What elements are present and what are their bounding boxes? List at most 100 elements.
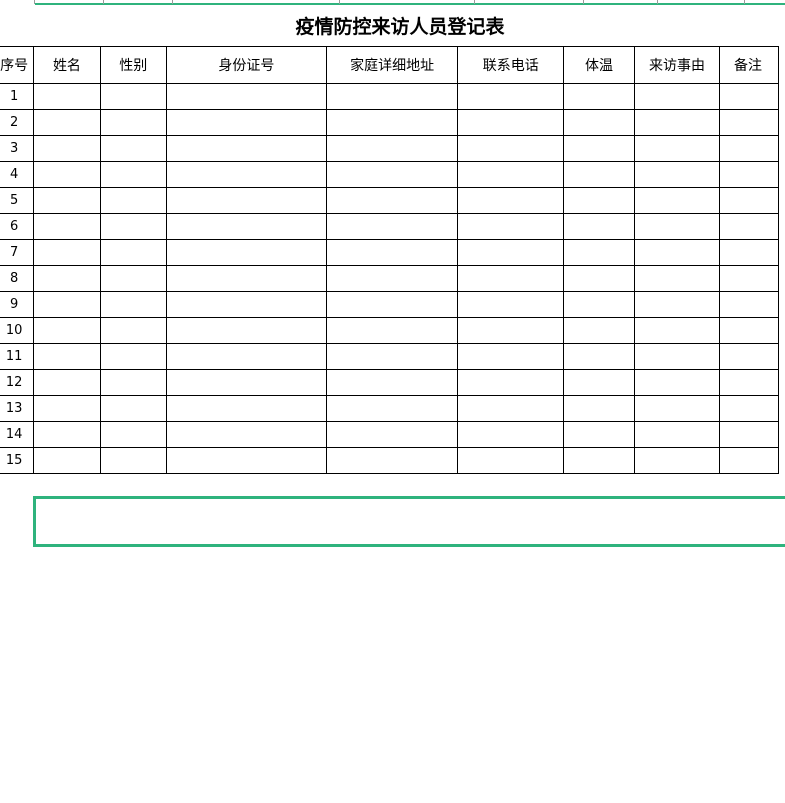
cell-temperature[interactable] [562, 265, 636, 292]
cell-id-number[interactable] [165, 291, 327, 318]
cell-visit-reason[interactable] [634, 369, 721, 396]
cell-temperature[interactable] [562, 239, 636, 266]
cell-phone[interactable] [457, 187, 564, 214]
cell-remarks[interactable] [719, 395, 779, 422]
cell-remarks[interactable] [719, 265, 779, 292]
row-index-cell[interactable]: 4 [0, 161, 35, 188]
header-cell-index[interactable]: 序号 [0, 46, 35, 84]
cell-temperature[interactable] [562, 447, 636, 474]
cell-gender[interactable] [99, 109, 167, 136]
cell-id-number[interactable] [165, 369, 327, 396]
cell-visit-reason[interactable] [634, 395, 721, 422]
cell-address[interactable] [325, 343, 459, 370]
cell-visit-reason[interactable] [634, 343, 721, 370]
row-index-cell[interactable]: 9 [0, 291, 35, 318]
header-cell-remarks[interactable]: 备注 [719, 46, 779, 84]
row-index-cell[interactable]: 6 [0, 213, 35, 240]
cell-id-number[interactable] [165, 343, 327, 370]
cell-id-number[interactable] [165, 83, 327, 110]
cell-id-number[interactable] [165, 239, 327, 266]
cell-name[interactable] [33, 213, 101, 240]
cell-phone[interactable] [457, 421, 564, 448]
row-index-cell[interactable]: 11 [0, 343, 35, 370]
cell-address[interactable] [325, 187, 459, 214]
cell-temperature[interactable] [562, 135, 636, 162]
cell-temperature[interactable] [562, 369, 636, 396]
cell-visit-reason[interactable] [634, 291, 721, 318]
cell-phone[interactable] [457, 343, 564, 370]
cell-temperature[interactable] [562, 213, 636, 240]
cell-phone[interactable] [457, 369, 564, 396]
cell-name[interactable] [33, 265, 101, 292]
cell-visit-reason[interactable] [634, 83, 721, 110]
cell-name[interactable] [33, 395, 101, 422]
cell-address[interactable] [325, 317, 459, 344]
header-cell-name[interactable]: 姓名 [33, 46, 101, 84]
cell-visit-reason[interactable] [634, 317, 721, 344]
cell-phone[interactable] [457, 239, 564, 266]
cell-remarks[interactable] [719, 291, 779, 318]
cell-gender[interactable] [99, 369, 167, 396]
cell-remarks[interactable] [719, 109, 779, 136]
cell-id-number[interactable] [165, 213, 327, 240]
cell-address[interactable] [325, 447, 459, 474]
cell-name[interactable] [33, 317, 101, 344]
cell-name[interactable] [33, 135, 101, 162]
row-index-cell[interactable]: 12 [0, 369, 35, 396]
cell-address[interactable] [325, 213, 459, 240]
cell-gender[interactable] [99, 395, 167, 422]
cell-address[interactable] [325, 291, 459, 318]
cell-name[interactable] [33, 291, 101, 318]
cell-visit-reason[interactable] [634, 447, 721, 474]
cell-phone[interactable] [457, 135, 564, 162]
cell-phone[interactable] [457, 447, 564, 474]
cell-gender[interactable] [99, 187, 167, 214]
cell-gender[interactable] [99, 161, 167, 188]
row-index-cell[interactable]: 3 [0, 135, 35, 162]
header-cell-gender[interactable]: 性别 [99, 46, 167, 84]
cell-remarks[interactable] [719, 343, 779, 370]
cell-address[interactable] [325, 135, 459, 162]
cell-address[interactable] [325, 265, 459, 292]
row-index-cell[interactable]: 5 [0, 187, 35, 214]
cell-remarks[interactable] [719, 213, 779, 240]
cell-visit-reason[interactable] [634, 421, 721, 448]
cell-remarks[interactable] [719, 135, 779, 162]
cell-address[interactable] [325, 395, 459, 422]
cell-name[interactable] [33, 239, 101, 266]
cell-gender[interactable] [99, 239, 167, 266]
cell-visit-reason[interactable] [634, 135, 721, 162]
cell-visit-reason[interactable] [634, 265, 721, 292]
header-cell-phone[interactable]: 联系电话 [457, 46, 564, 84]
cell-remarks[interactable] [719, 239, 779, 266]
header-cell-id-number[interactable]: 身份证号 [165, 46, 327, 84]
row-index-cell[interactable]: 7 [0, 239, 35, 266]
cell-address[interactable] [325, 239, 459, 266]
cell-gender[interactable] [99, 447, 167, 474]
cell-temperature[interactable] [562, 187, 636, 214]
selected-cell-range[interactable] [33, 496, 785, 547]
row-index-cell[interactable]: 15 [0, 447, 35, 474]
header-cell-temperature[interactable]: 体温 [562, 46, 636, 84]
cell-visit-reason[interactable] [634, 109, 721, 136]
cell-temperature[interactable] [562, 109, 636, 136]
cell-id-number[interactable] [165, 317, 327, 344]
cell-remarks[interactable] [719, 83, 779, 110]
cell-phone[interactable] [457, 395, 564, 422]
cell-phone[interactable] [457, 317, 564, 344]
cell-remarks[interactable] [719, 161, 779, 188]
cell-temperature[interactable] [562, 317, 636, 344]
cell-temperature[interactable] [562, 421, 636, 448]
row-index-cell[interactable]: 2 [0, 109, 35, 136]
cell-address[interactable] [325, 109, 459, 136]
cell-remarks[interactable] [719, 421, 779, 448]
cell-address[interactable] [325, 369, 459, 396]
cell-gender[interactable] [99, 83, 167, 110]
row-index-cell[interactable]: 14 [0, 421, 35, 448]
cell-name[interactable] [33, 161, 101, 188]
cell-remarks[interactable] [719, 187, 779, 214]
row-index-cell[interactable]: 13 [0, 395, 35, 422]
row-index-cell[interactable]: 10 [0, 317, 35, 344]
cell-temperature[interactable] [562, 161, 636, 188]
row-index-cell[interactable]: 1 [0, 83, 35, 110]
